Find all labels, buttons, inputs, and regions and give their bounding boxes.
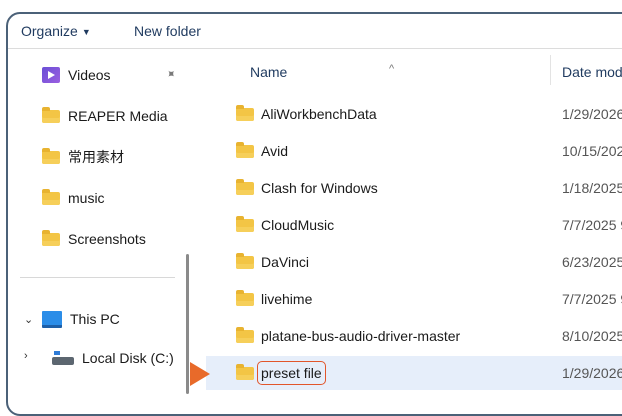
- computer-icon: [42, 310, 62, 328]
- nav-item-label: music: [68, 190, 105, 206]
- folder-icon: [42, 188, 60, 205]
- file-name: Avid: [261, 143, 288, 159]
- folder-icon: [236, 142, 254, 158]
- nav-item-label: Local Disk (C:): [82, 350, 174, 366]
- folder-icon: [236, 290, 254, 306]
- drive-icon: [52, 351, 74, 365]
- caret-down-icon: ▼: [81, 27, 91, 37]
- nav-scrollbar[interactable]: [186, 254, 189, 394]
- pin-icon[interactable]: ✦: [163, 65, 180, 82]
- organize-label: Organize: [21, 23, 78, 39]
- column-header-name[interactable]: Name: [250, 64, 287, 80]
- folder-icon: [236, 216, 254, 232]
- file-row[interactable]: Clash for Windows 1/18/2025: [206, 171, 622, 205]
- file-name: Clash for Windows: [261, 180, 378, 196]
- file-date: 7/7/2025 9: [562, 291, 622, 307]
- explorer-window: Organize ▼ New folder Videos ✦ REAPER Med…: [6, 12, 622, 416]
- file-name: CloudMusic: [261, 217, 335, 233]
- file-date: 8/10/2025: [562, 328, 622, 344]
- file-row[interactable]: livehime 7/7/2025 9: [206, 282, 622, 316]
- nav-item-reaper-media[interactable]: REAPER Media: [42, 104, 168, 128]
- chevron-right-icon[interactable]: ›: [24, 350, 28, 362]
- file-name: DaVinci: [261, 254, 309, 270]
- file-row[interactable]: platane-bus-audio-driver-master 8/10/202…: [206, 319, 622, 353]
- file-date: 10/15/202: [562, 143, 622, 159]
- folder-icon: [236, 327, 254, 343]
- file-row[interactable]: AliWorkbenchData 1/29/2026: [206, 97, 622, 131]
- nav-item-screenshots[interactable]: Screenshots: [42, 227, 146, 251]
- file-row-selected[interactable]: preset file 1/29/2026: [206, 356, 622, 390]
- file-row[interactable]: CloudMusic 7/7/2025 9: [206, 208, 622, 242]
- nav-item-music[interactable]: music: [42, 186, 105, 210]
- sort-up-icon: ^: [389, 63, 395, 75]
- file-date: 1/29/2026: [562, 106, 622, 122]
- folder-icon: [236, 364, 254, 380]
- navigation-pane: Videos ✦ REAPER Media 常用素材 music Screens…: [8, 49, 194, 394]
- nav-item-local-disk[interactable]: Local Disk (C:): [52, 346, 174, 370]
- folder-icon: [236, 105, 254, 121]
- video-icon: [42, 67, 60, 83]
- nav-item-label: Videos: [68, 67, 111, 83]
- nav-item-label: This PC: [70, 311, 120, 327]
- file-name: livehime: [261, 291, 313, 307]
- nav-item-label: REAPER Media: [68, 108, 168, 124]
- file-date: 6/23/2025: [562, 254, 622, 270]
- folder-icon: [42, 106, 60, 123]
- file-list: ^ Name Date mod AliWorkbenchData 1/29/20…: [206, 49, 622, 394]
- nav-divider: [20, 277, 175, 278]
- file-row[interactable]: Avid 10/15/202: [206, 134, 622, 168]
- folder-icon: [236, 179, 254, 195]
- chevron-down-icon[interactable]: ⌄: [24, 313, 33, 326]
- nav-item-label: Screenshots: [68, 231, 146, 247]
- file-name: AliWorkbenchData: [261, 106, 377, 122]
- column-divider[interactable]: [550, 55, 551, 85]
- file-name: platane-bus-audio-driver-master: [261, 328, 461, 344]
- folder-icon: [42, 147, 60, 164]
- file-row[interactable]: DaVinci 6/23/2025: [206, 245, 622, 279]
- command-bar: Organize ▼ New folder: [8, 14, 622, 49]
- file-date: 1/18/2025: [562, 180, 622, 196]
- nav-item-label: 常用素材: [68, 149, 124, 165]
- file-date: 7/7/2025 9: [562, 217, 622, 233]
- file-name: preset file: [257, 361, 326, 385]
- pointer-arrow-icon: [190, 362, 210, 386]
- column-header-date-modified[interactable]: Date mod: [562, 64, 622, 80]
- nav-item-common-assets[interactable]: 常用素材: [42, 145, 124, 169]
- nav-item-videos[interactable]: Videos: [42, 63, 111, 87]
- folder-icon: [42, 229, 60, 246]
- organize-button[interactable]: Organize ▼: [21, 23, 91, 39]
- folder-icon: [236, 253, 254, 269]
- file-date: 1/29/2026: [562, 365, 622, 381]
- new-folder-button[interactable]: New folder: [134, 23, 201, 39]
- nav-item-this-pc[interactable]: This PC: [42, 307, 120, 331]
